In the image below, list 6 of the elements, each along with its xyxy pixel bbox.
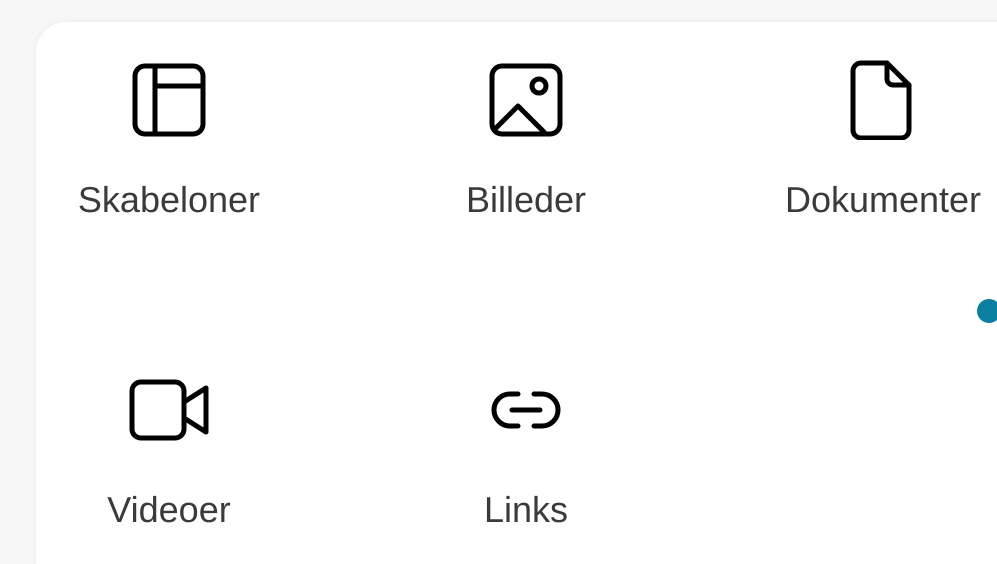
- category-tile[interactable]: Links: [393, 370, 659, 532]
- category-tile[interactable]: Videoer: [36, 370, 302, 532]
- category-tile[interactable]: Billeder: [393, 60, 659, 222]
- indicator-dot: [977, 299, 997, 323]
- category-tile[interactable]: Dokumenter: [750, 60, 997, 222]
- category-tile[interactable]: Skabeloner: [36, 60, 302, 222]
